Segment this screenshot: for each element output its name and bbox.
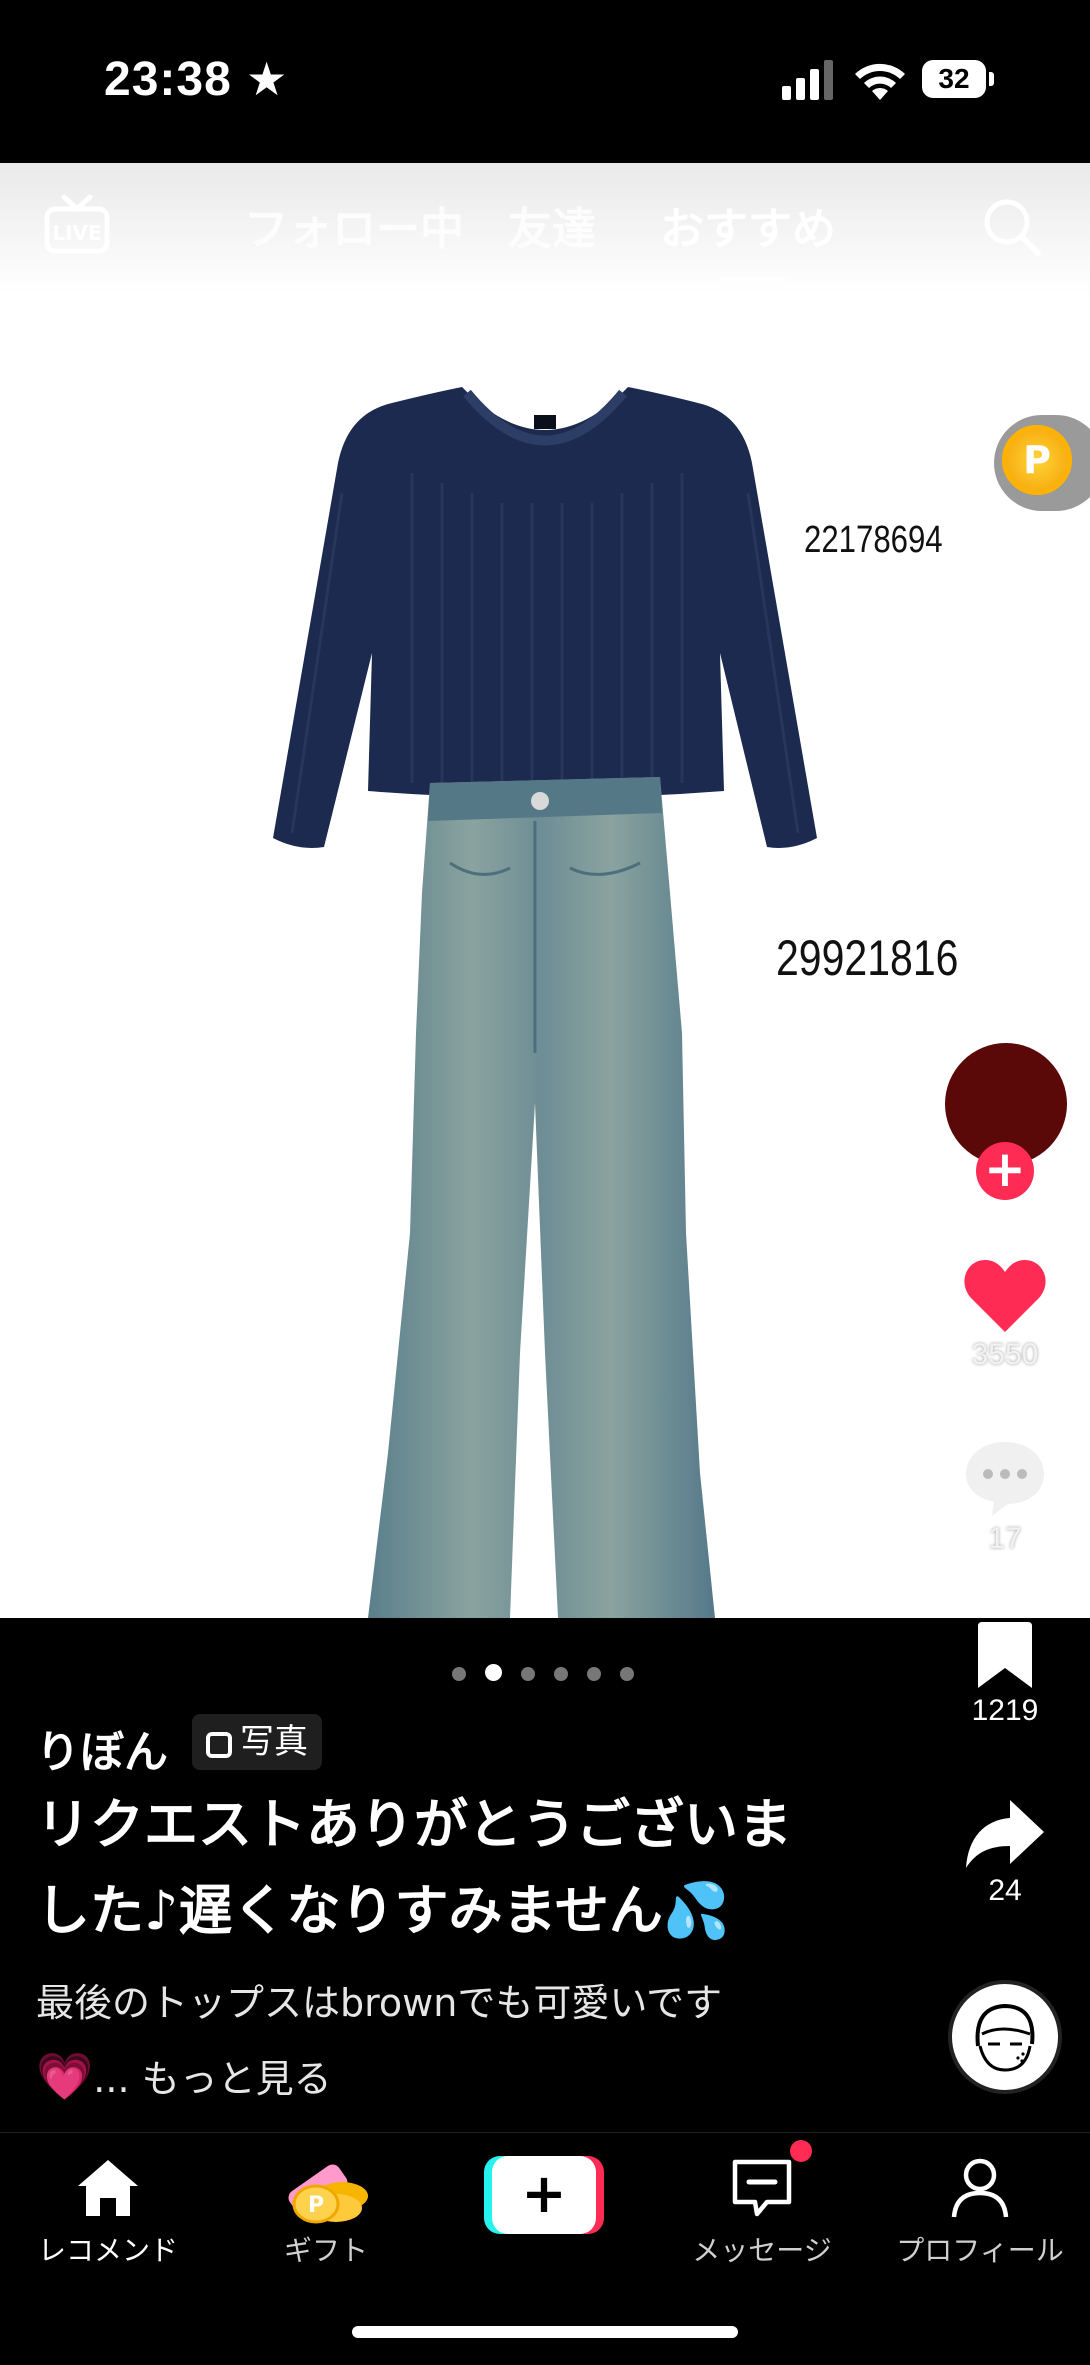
like-count: 3550 — [971, 1338, 1039, 1371]
plus-icon: + — [492, 2156, 596, 2234]
star-icon: ★ — [246, 52, 288, 106]
photo-mode-badge: 写真 — [192, 1714, 322, 1770]
nav-messages[interactable]: メッセージ — [672, 2153, 852, 2269]
nav-profile[interactable]: プロフィール — [890, 2153, 1070, 2269]
nav-gift[interactable]: P ギフト — [236, 2153, 416, 2269]
see-more-link[interactable]: ... もっと見る — [93, 2057, 331, 2101]
share-arrow-icon — [966, 1800, 1044, 1868]
carousel-dot-active — [485, 1664, 502, 1681]
message-icon — [732, 2159, 792, 2217]
status-time: 23:38 — [104, 53, 232, 106]
carousel-dot — [521, 1667, 535, 1681]
search-icon[interactable] — [980, 195, 1044, 259]
comment-bubble-icon — [966, 1442, 1044, 1516]
carousel-dot — [587, 1667, 601, 1681]
battery-icon: 32 — [922, 60, 994, 98]
sound-avatar-icon — [975, 2003, 1035, 2072]
carousel-indicator — [452, 1664, 653, 1684]
like-button[interactable]: 3550 — [945, 1258, 1065, 1372]
heart-icon — [964, 1260, 1046, 1332]
carousel-dot — [452, 1667, 466, 1681]
save-button[interactable]: 1219 — [945, 1620, 1065, 1728]
tab-friends[interactable]: 友達 — [508, 193, 596, 257]
comment-count: 17 — [988, 1522, 1022, 1555]
pink-heart-emoji: 💗 — [36, 2049, 94, 2103]
status-bar: 23:38 ★ 32 — [0, 0, 1090, 163]
svg-text:P: P — [308, 2193, 324, 2218]
profile-icon — [951, 2158, 1009, 2218]
wifi-icon — [855, 63, 905, 100]
tab-following[interactable]: フォロー中 — [244, 193, 464, 257]
carousel-dot — [554, 1667, 568, 1681]
save-count: 1219 — [971, 1694, 1039, 1727]
sound-disc[interactable] — [948, 1980, 1062, 2094]
nav-gift-label: ギフト — [283, 2234, 368, 2267]
home-icon — [78, 2160, 138, 2216]
top-product-code: 22178694 — [804, 519, 943, 561]
share-button[interactable]: 24 — [945, 1798, 1065, 1908]
coin-icon: P — [1002, 425, 1072, 495]
bottom-product-code: 29921816 — [776, 930, 959, 986]
nav-home-label: レコメンド — [37, 2234, 178, 2267]
battery-level: 32 — [922, 60, 986, 98]
active-tab-indicator — [720, 277, 786, 282]
post-media[interactable]: LIVE フォロー中 友達 おすすめ P 22178694 29921816 — [0, 163, 1090, 1618]
carousel-dot — [620, 1667, 634, 1681]
post-description-more[interactable]: 💗... もっと見る — [36, 2048, 332, 2104]
message-notification-dot — [790, 2140, 812, 2162]
share-count: 24 — [988, 1874, 1022, 1907]
create-post-button[interactable]: + — [484, 2156, 604, 2234]
tab-recommended[interactable]: おすすめ — [660, 193, 836, 257]
gift-coins-icon: P — [288, 2164, 368, 2224]
home-indicator[interactable] — [352, 2326, 738, 2338]
photo-icon — [206, 1732, 232, 1758]
feed-tabs: フォロー中 友達 おすすめ — [0, 193, 1090, 255]
nav-messages-label: メッセージ — [692, 2234, 832, 2267]
nav-home[interactable]: レコメンド — [18, 2153, 198, 2269]
nav-profile-label: プロフィール — [896, 2234, 1064, 2267]
follow-button[interactable]: + — [976, 1142, 1034, 1200]
post-description: 最後のトップスはbrownでも可愛いです — [36, 1981, 723, 2025]
creator-username[interactable]: りぼん — [36, 1716, 168, 1780]
jeans-image — [368, 777, 715, 1618]
comment-button[interactable]: 17 — [945, 1438, 1065, 1556]
bookmark-icon — [978, 1622, 1032, 1688]
post-title-line: した♪遅くなりすみません💦 — [36, 1879, 731, 1942]
post-title-line: リクエストありがとうございま — [36, 1793, 792, 1856]
cellular-signal-icon — [782, 60, 833, 100]
reward-coin-button[interactable]: P — [994, 415, 1090, 511]
